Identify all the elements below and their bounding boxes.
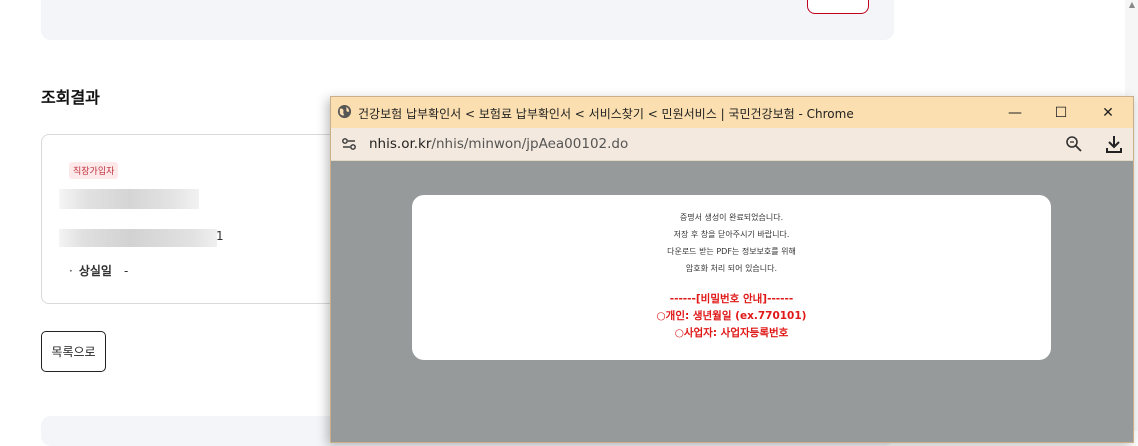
popup-content: 증명서 생성이 완료되었습니다. 저장 후 창을 닫아주시기 바랍니다. 다운로… [331,161,1133,442]
globe-icon [337,104,352,119]
url-text[interactable]: nhis.or.kr/nhis/minwon/jpAea00102.do [369,136,628,152]
masked-number [59,229,217,247]
back-to-list-button[interactable]: 목록으로 [41,331,106,372]
results-title: 조회결과 [41,88,100,107]
loss-date-row: · 상실일 - [69,262,128,279]
url-path: /nhis/minwon/jpAea00102.do [431,136,629,152]
message-line-4: 암호화 처리 되어 있습니다. [685,264,778,273]
loss-date-label: 상실일 [78,264,112,278]
completion-message: 증명서 생성이 완료되었습니다. 저장 후 창을 닫아주시기 바랍니다. 다운로… [412,209,1051,277]
top-panel [41,0,894,40]
minimize-button[interactable]: — [992,97,1038,128]
password-notice-header: ------[비밀번호 안내]------ [669,293,794,305]
chrome-popup-window: 건강보험 납부확인서 < 보험료 납부확인서 < 서비스찾기 < 민원서비스 |… [330,96,1134,443]
window-title: 건강보험 납부확인서 < 보험료 납부확인서 < 서비스찾기 < 민원서비스 |… [358,107,854,121]
bullet: · [69,264,73,278]
download-icon[interactable] [1103,133,1125,155]
loss-date-value: - [123,264,129,278]
scroll-up-arrow-icon[interactable]: ▲ [1129,0,1135,9]
password-notice-business: ○사업자: 사업자등록번호 [674,327,789,339]
password-notice-personal: ○개인: 생년월일 (ex.770101) [656,310,807,322]
message-line-3: 다운로드 받는 PDF는 정보보호를 위해 [667,247,796,256]
message-line-2: 저장 후 창을 닫아주시기 바랍니다. [673,230,790,239]
zoom-icon[interactable] [1065,135,1083,153]
site-info-icon[interactable] [341,136,357,152]
message-card: 증명서 생성이 완료되었습니다. 저장 후 창을 닫아주시기 바랍니다. 다운로… [412,195,1051,360]
window-titlebar[interactable]: 건강보험 납부확인서 < 보험료 납부확인서 < 서비스찾기 < 민원서비스 |… [331,97,1133,128]
url-host: nhis.or.kr [369,136,432,152]
top-panel-button[interactable] [807,0,869,14]
subscriber-type-badge: 직장가입자 [69,162,119,179]
maximize-button[interactable]: ☐ [1038,97,1084,128]
message-line-1: 증명서 생성이 완료되었습니다. [679,213,784,222]
address-bar[interactable]: nhis.or.kr/nhis/minwon/jpAea00102.do [331,128,1133,161]
masked-number-suffix: 1 [216,229,224,243]
close-button[interactable]: ✕ [1085,97,1131,128]
masked-name [59,189,199,209]
password-notice: ------[비밀번호 안내]------ ○개인: 생년월일 (ex.7701… [412,291,1051,342]
